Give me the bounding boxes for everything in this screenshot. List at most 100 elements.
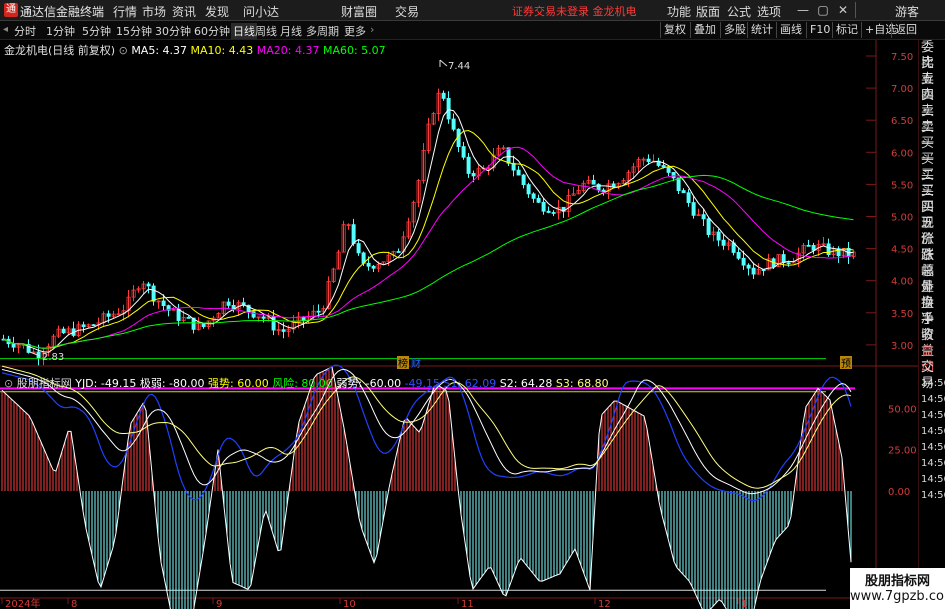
event-marker-cai-label[interactable]: 财 — [411, 357, 421, 370]
indicator-lines — [1, 364, 852, 609]
price-tick-label: 5.00 — [891, 213, 913, 224]
menu-zixun[interactable]: 资讯 — [172, 3, 196, 20]
guest-label[interactable]: 游客 — [895, 3, 919, 20]
price-tick-label: 6.50 — [891, 116, 913, 127]
btn-f10[interactable]: F10 — [806, 22, 833, 38]
candle-body — [366, 262, 371, 267]
kline-chart[interactable]: 7.50 7.00 6.50 6.00 5.50 5.00 4.50 4.00 3.50 3.00… — [0, 40, 945, 609]
side-panel-item[interactable]: 卖三 — [919, 88, 945, 119]
date-tick-label: 9 — [216, 599, 222, 609]
period-15min[interactable]: 15分钟 — [116, 23, 152, 39]
price-grid — [866, 55, 876, 346]
candle-body — [226, 301, 231, 306]
side-panel-item[interactable]: 换手 — [919, 296, 945, 327]
side-panel-item[interactable]: 买二 — [919, 152, 945, 183]
menu-jiaoyi[interactable]: 交易 — [395, 3, 419, 20]
indicator-name[interactable]: 股朋指标网 — [17, 377, 72, 390]
menu-hangqing[interactable]: 行情 — [113, 3, 137, 20]
period-60min[interactable]: 60分钟 — [194, 23, 230, 39]
menu-caifuquan[interactable]: 财富圈 — [341, 3, 377, 20]
maximize-icon[interactable]: ▢ — [815, 2, 831, 18]
ma10-line — [3, 129, 854, 349]
period-multi[interactable]: 多周期 — [306, 23, 339, 39]
side-panel-item[interactable]: 14:56 — [919, 376, 945, 392]
side-panel-item[interactable]: 总量 — [919, 264, 945, 295]
side-panel-item[interactable]: 收益 — [919, 328, 945, 359]
candle-body — [666, 166, 671, 173]
stock-title[interactable]: 金龙机电(日线 前复权) — [4, 44, 115, 57]
price-tick-label: 7.50 — [891, 52, 913, 63]
menu-faxian[interactable]: 发现 — [205, 3, 229, 20]
side-panel-item[interactable]: 卖一 — [919, 120, 945, 151]
side-panel-item[interactable]: 14:56 — [919, 440, 945, 456]
menu-xuanxiang[interactable]: 选项 — [757, 3, 781, 20]
side-panel-item[interactable]: 涨幅 — [919, 248, 945, 279]
side-panel-item[interactable]: 14:56 — [919, 392, 945, 408]
yjd-value: YJD: -49.15 — [75, 377, 137, 390]
period-30min[interactable]: 30分钟 — [155, 23, 191, 39]
side-panel-item[interactable]: 14:56 — [919, 488, 945, 504]
btn-tongji[interactable]: 统计 — [747, 22, 776, 38]
side-panel-item[interactable]: 自动 — [919, 344, 945, 375]
side-panel-item[interactable]: 委比 — [919, 40, 945, 71]
side-panel-item[interactable]: 卖四 — [919, 72, 945, 103]
side-panel-item[interactable]: 14:56 — [919, 424, 945, 440]
period-1min[interactable]: 1分钟 — [46, 23, 75, 39]
login-notice[interactable]: 证券交易未登录 金龙机电 — [512, 3, 637, 19]
date-tick-label: 10 — [343, 599, 356, 609]
btn-duogu[interactable]: 多股 — [720, 22, 749, 38]
menu-shichang[interactable]: 市场 — [142, 3, 166, 20]
legend-toggle-icon[interactable]: ⊙ — [119, 44, 132, 57]
period-month[interactable]: 月线 — [280, 23, 302, 39]
event-marker-bang-label: 榜 — [398, 357, 408, 370]
btn-fuquan[interactable]: 复权 — [660, 22, 689, 38]
menu-gongneng[interactable]: 功能 — [667, 3, 691, 20]
side-panel-item[interactable]: 买一 — [919, 136, 945, 167]
side-panel-item[interactable]: 买四 — [919, 184, 945, 215]
side-panel-item[interactable]: 现价 — [919, 216, 945, 247]
event-marker-yu-label: 预 — [841, 358, 851, 370]
period-day[interactable]: 日线 — [231, 23, 257, 39]
side-panel-item[interactable]: 14:56 — [919, 408, 945, 424]
candle-body — [471, 173, 476, 177]
s2-value: S2: 64.28 — [499, 377, 553, 390]
menu-banmian[interactable]: 版面 — [696, 3, 720, 20]
chevron-right-icon[interactable]: › — [370, 23, 374, 36]
side-panel-item[interactable]: 14:56 — [919, 472, 945, 488]
price-tick-label: 4.50 — [891, 245, 913, 256]
side-panel-item[interactable]: 买三 — [919, 168, 945, 199]
side-panel-item[interactable]: 卖五 — [919, 56, 945, 87]
candle-body — [61, 328, 66, 334]
btn-fanhui[interactable]: 返回 — [891, 22, 920, 38]
period-more[interactable]: 更多 — [344, 23, 366, 39]
side-panel-item[interactable]: 卖二 — [919, 104, 945, 135]
candle-body — [316, 310, 321, 313]
candle-body — [661, 165, 666, 168]
close-icon[interactable]: ✕ — [835, 2, 851, 18]
side-panel-item[interactable]: 外盘 — [919, 280, 945, 311]
price-tick-label: 6.00 — [891, 148, 913, 159]
indicator-toggle-icon[interactable]: ⊙ — [4, 377, 17, 390]
indicator-legend: ⊙ 股朋指标网 YJD: -49.15 极弱: -80.00 强势: 60.00… — [4, 375, 609, 391]
side-panel-item[interactable]: 涨跌 — [919, 232, 945, 263]
btn-biaoji[interactable]: 标记 — [832, 22, 861, 38]
side-panel-item[interactable]: 买五 — [919, 200, 945, 231]
period-5min[interactable]: 5分钟 — [82, 23, 111, 39]
chevron-left-icon[interactable]: ◂ — [3, 24, 8, 35]
candle-body — [691, 202, 696, 216]
candle-body — [751, 267, 756, 275]
candle-body — [811, 245, 816, 251]
menu-gongshi[interactable]: 公式 — [727, 3, 751, 20]
period-week[interactable]: 周线 — [255, 23, 277, 39]
side-panel-item[interactable]: 净资 — [919, 312, 945, 343]
indicator-tick-label: 50.00 — [888, 404, 917, 415]
side-panel-item[interactable]: 交易 — [919, 360, 945, 391]
period-fenshi[interactable]: 分时 — [14, 23, 36, 39]
btn-huaxian[interactable]: 画线 — [776, 22, 805, 38]
minimize-icon[interactable]: — — [795, 2, 811, 18]
side-panel-item[interactable]: 14:56 — [919, 456, 945, 472]
candle-body — [706, 218, 711, 235]
btn-diejia[interactable]: 叠加 — [690, 22, 719, 38]
menu-wenxiaoda[interactable]: 问小达 — [243, 3, 279, 20]
candle-body — [146, 283, 151, 287]
